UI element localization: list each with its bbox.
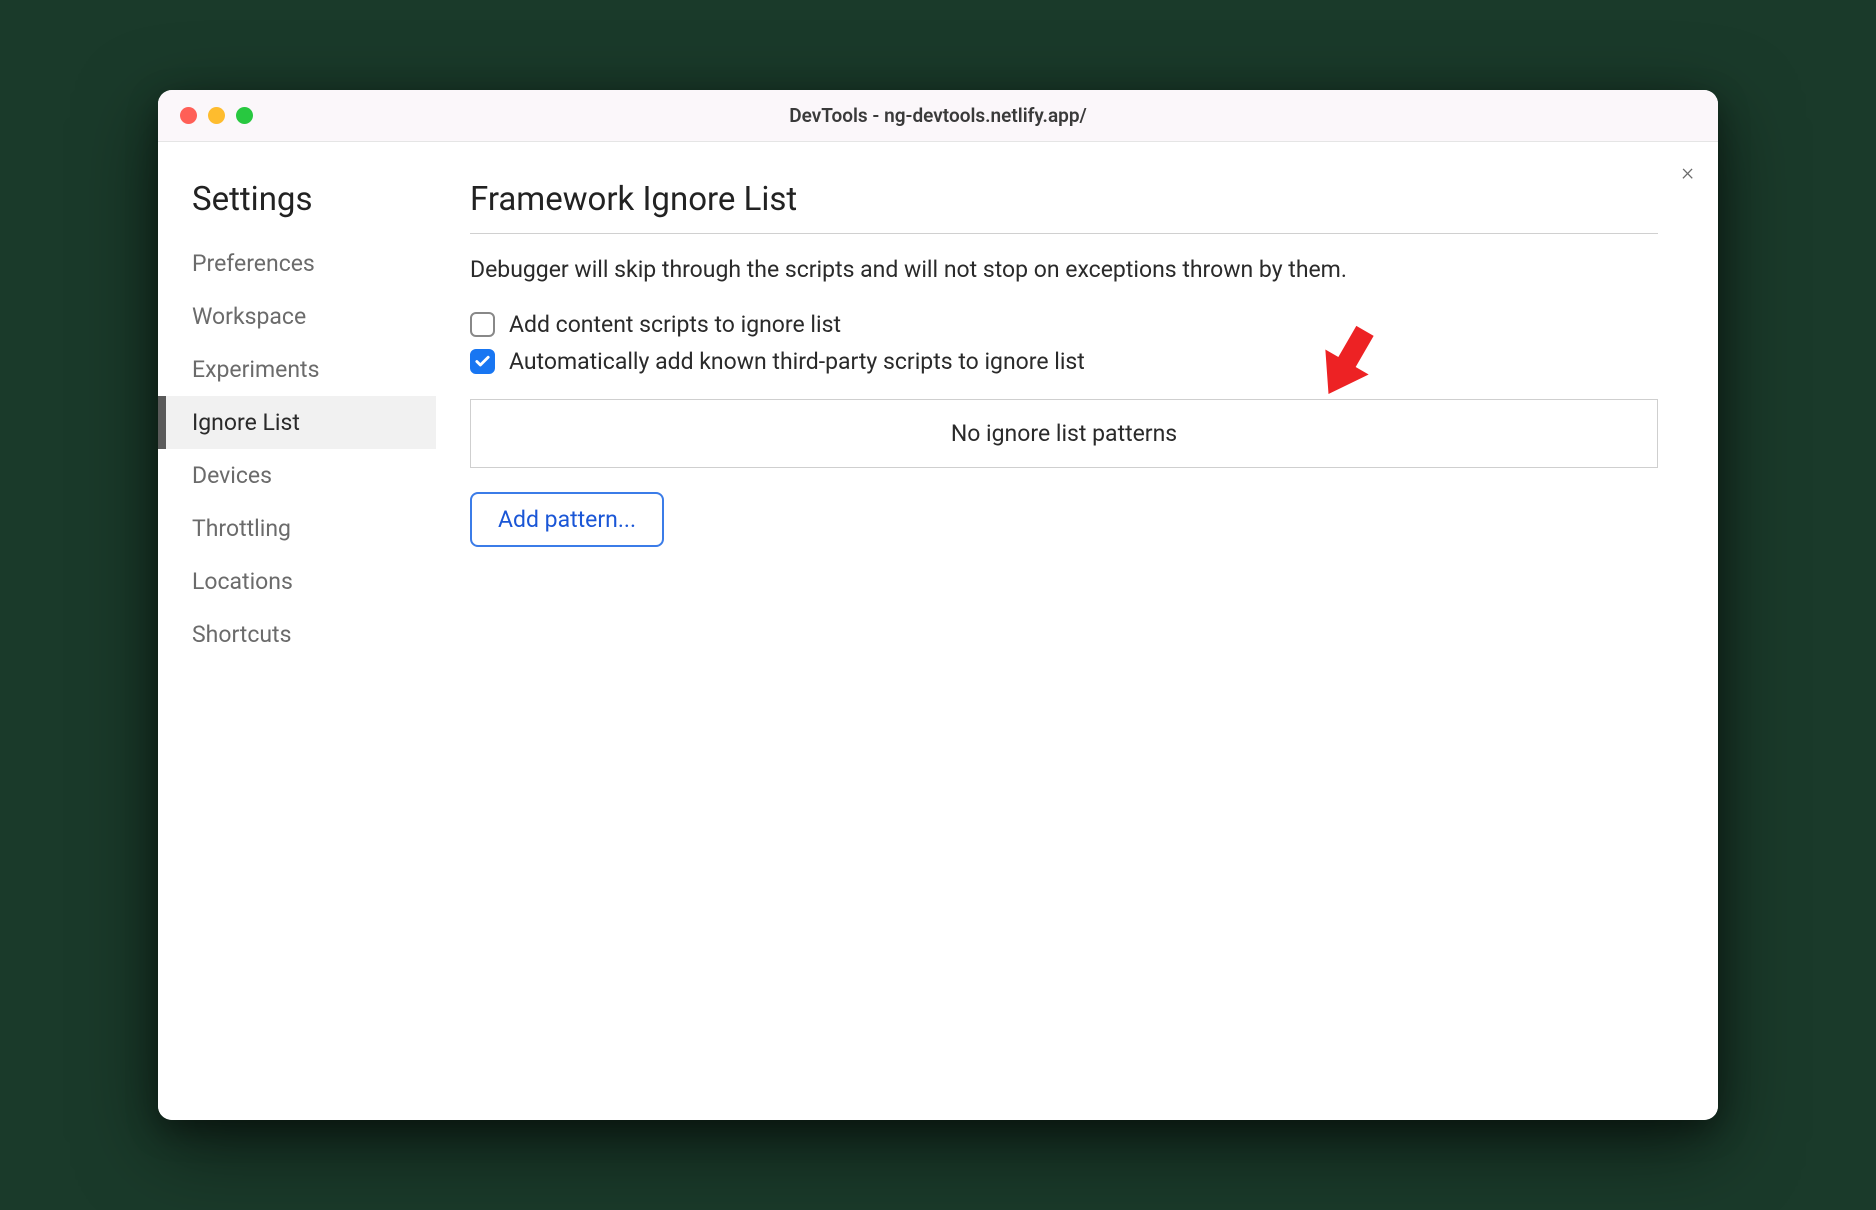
sidebar-item-preferences[interactable]: Preferences (158, 237, 436, 290)
sidebar-item-label: Workspace (192, 303, 306, 330)
checkmark-icon (474, 353, 491, 370)
traffic-lights (180, 107, 253, 124)
sidebar-item-locations[interactable]: Locations (158, 555, 436, 608)
checkbox-row: Add content scripts to ignore list (470, 311, 1658, 338)
main-panel: Framework Ignore List Debugger will skip… (436, 142, 1718, 1120)
sidebar-item-ignore-list[interactable]: Ignore List (158, 396, 436, 449)
sidebar-item-experiments[interactable]: Experiments (158, 343, 436, 396)
close-window-button[interactable] (180, 107, 197, 124)
sidebar-item-label: Shortcuts (192, 621, 291, 648)
add-pattern-button[interactable]: Add pattern... (470, 492, 664, 547)
sidebar-item-workspace[interactable]: Workspace (158, 290, 436, 343)
checkbox-label[interactable]: Add content scripts to ignore list (509, 311, 841, 338)
checkbox-row: Automatically add known third-party scri… (470, 348, 1658, 375)
panel-title: Framework Ignore List (470, 180, 1658, 234)
ignore-list-patterns-box: No ignore list patterns (470, 399, 1658, 468)
maximize-window-button[interactable] (236, 107, 253, 124)
checkbox-label[interactable]: Automatically add known third-party scri… (509, 348, 1085, 375)
window-title: DevTools - ng-devtools.netlify.app/ (789, 104, 1087, 127)
minimize-window-button[interactable] (208, 107, 225, 124)
sidebar-item-label: Locations (192, 568, 293, 595)
sidebar-item-shortcuts[interactable]: Shortcuts (158, 608, 436, 661)
content-area: × Settings Preferences Workspace Experimen… (158, 142, 1718, 1120)
titlebar: DevTools - ng-devtools.netlify.app/ (158, 90, 1718, 142)
settings-sidebar: Settings Preferences Workspace Experiments… (158, 142, 436, 1120)
checkbox[interactable] (470, 349, 495, 374)
sidebar-item-devices[interactable]: Devices (158, 449, 436, 502)
sidebar-item-label: Experiments (192, 356, 319, 383)
sidebar-item-label: Devices (192, 462, 272, 489)
sidebar-title: Settings (158, 162, 436, 237)
sidebar-item-label: Ignore List (192, 409, 300, 436)
sidebar-item-label: Throttling (192, 515, 291, 542)
sidebar-item-label: Preferences (192, 250, 315, 277)
sidebar-item-throttling[interactable]: Throttling (158, 502, 436, 555)
panel-description: Debugger will skip through the scripts a… (470, 256, 1658, 283)
checkbox[interactable] (470, 312, 495, 337)
devtools-window: DevTools - ng-devtools.netlify.app/ × Se… (158, 90, 1718, 1120)
close-icon[interactable]: × (1681, 160, 1694, 184)
